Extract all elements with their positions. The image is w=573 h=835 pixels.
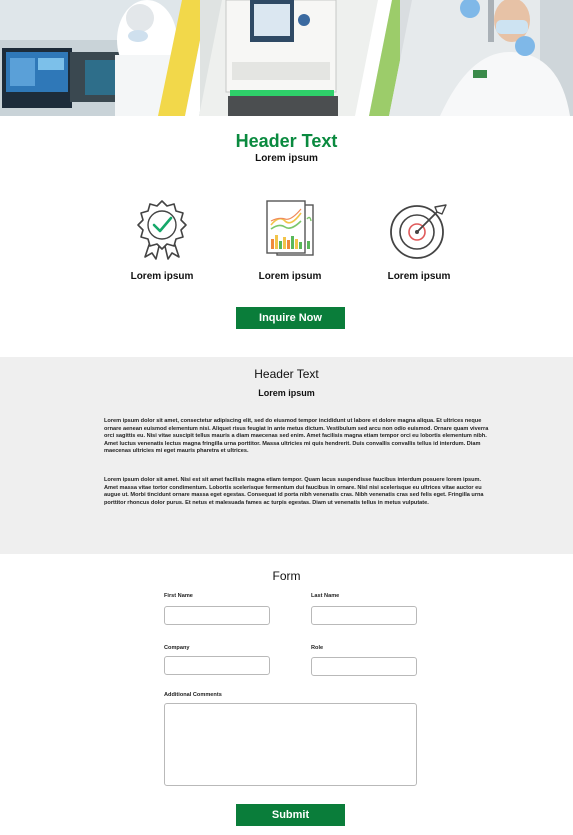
feature-item-2: Lorem ipsum [235,195,345,282]
award-badge-icon [137,200,187,260]
feature-label-1: Lorem ipsum [130,271,194,282]
form-title: Form [272,569,301,583]
info-section: Header Text Lorem ipsum Lorem ipsum dolo… [0,357,573,554]
page-subtitle: Lorem ipsum [255,153,318,164]
info-title: Header Text [254,367,319,381]
last-name-label: Last Name [311,593,340,599]
hero-banner [0,0,573,116]
info-paragraph-2: Lorem ipsum dolor sit amet. Nisi est sit… [104,477,484,506]
company-field[interactable] [164,656,270,675]
first-name-field[interactable] [164,606,270,625]
submit-button[interactable]: Submit [236,804,345,826]
first-name-label: First Name [164,593,193,599]
feature-item-3: Lorem ipsum [364,195,474,282]
page-title: Header Text [235,131,338,151]
last-name-field[interactable] [311,606,417,625]
feature-label-3: Lorem ipsum [387,271,451,282]
hero-photo-collage [0,0,573,116]
additional-comments-label: Additional Comments [164,692,222,698]
feature-label-2: Lorem ipsum [258,271,322,282]
info-paragraph-1: Lorem ipsum dolor sit amet, consectetur … [104,418,489,454]
inquire-now-button[interactable]: Inquire Now [236,307,345,329]
role-label: Role [311,645,324,651]
role-field[interactable] [311,657,417,676]
info-subtitle: Lorem ipsum [258,388,315,398]
company-label: Company [164,645,190,651]
charts-report-icon [266,200,314,256]
target-icon [390,204,447,259]
feature-item-1: Lorem ipsum [107,195,217,282]
additional-comments-field[interactable] [164,703,417,786]
